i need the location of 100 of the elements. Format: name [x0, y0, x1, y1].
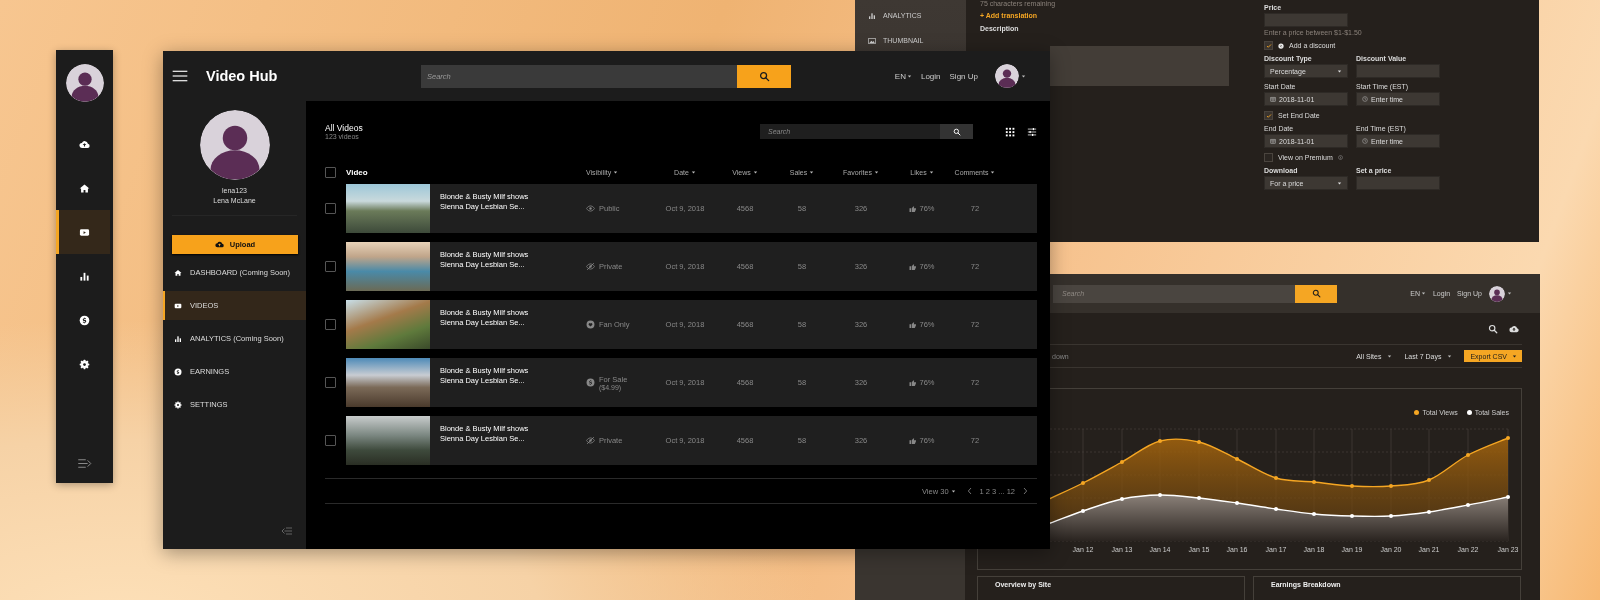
search-icon[interactable] [1488, 323, 1498, 334]
checkbox[interactable] [325, 377, 336, 388]
checkbox[interactable] [1264, 153, 1273, 162]
data-point [1274, 507, 1278, 511]
dollar-icon [586, 378, 595, 387]
data-point [1466, 503, 1470, 507]
calendar-icon [1270, 96, 1276, 102]
login-link[interactable]: Login [920, 71, 941, 81]
data-point [1158, 493, 1162, 497]
set-price-field[interactable] [1356, 176, 1440, 190]
caret-icon [873, 169, 879, 175]
video-icon [79, 226, 90, 238]
caret-icon [690, 169, 696, 175]
data-point [1427, 478, 1431, 482]
data-point [1197, 496, 1201, 500]
caret-icon [1387, 353, 1393, 359]
caret-icon [809, 169, 815, 175]
caret-icon [950, 488, 956, 494]
search-icon [1311, 289, 1321, 298]
eye-icon [586, 204, 595, 213]
data-point [1312, 480, 1316, 484]
thumbs-up-icon [909, 436, 918, 445]
caret-icon [752, 169, 758, 175]
column-header[interactable]: Video [346, 167, 586, 177]
thumbs-up-icon [909, 262, 918, 271]
expand-sidebar-icon[interactable] [77, 456, 92, 471]
filter-sliders-icon[interactable] [1027, 126, 1037, 137]
caret-icon [613, 169, 619, 175]
image-icon [868, 36, 876, 45]
checkbox[interactable] [325, 261, 336, 272]
data-point [1158, 439, 1162, 443]
app-title: Video Hub [206, 68, 278, 84]
data-point [1506, 436, 1510, 440]
search-button[interactable] [940, 124, 973, 139]
avatar[interactable] [65, 64, 104, 102]
checkbox[interactable] [325, 203, 336, 214]
data-point [1312, 512, 1316, 516]
avatar [199, 110, 270, 180]
data-point [1120, 497, 1124, 501]
section-title: All Videos [325, 123, 363, 133]
data-point [1235, 457, 1239, 461]
caret-icon[interactable] [1021, 73, 1026, 79]
thumbs-up-icon [909, 320, 918, 329]
caret-icon[interactable] [1507, 291, 1512, 296]
data-point [1389, 514, 1393, 518]
collapse-sidebar-icon[interactable] [281, 525, 293, 537]
avatar[interactable] [995, 64, 1019, 88]
next-page-icon[interactable] [1021, 487, 1029, 495]
heart-icon [586, 320, 595, 329]
home-icon [174, 268, 182, 277]
thumbs-up-icon [909, 378, 918, 387]
checkbox[interactable] [325, 166, 336, 178]
search-button[interactable] [737, 64, 791, 88]
caret-icon [928, 169, 934, 175]
search-icon [758, 70, 770, 82]
dollar-icon [174, 367, 182, 376]
bar-chart-icon [174, 334, 182, 343]
bar-chart-icon [868, 11, 876, 20]
checkbox[interactable] [325, 435, 336, 446]
discount-value-field[interactable] [1356, 64, 1440, 78]
language-selector[interactable]: EN [894, 71, 912, 81]
price-field[interactable] [1264, 13, 1348, 27]
eye-slash-icon [586, 436, 595, 445]
clock-icon [1362, 138, 1368, 144]
checkbox[interactable] [325, 319, 336, 330]
sidebar-item[interactable] [56, 210, 110, 254]
caret-icon [990, 169, 996, 175]
search-icon [952, 127, 961, 136]
checkbox[interactable] [1264, 41, 1273, 50]
avatar[interactable] [1489, 285, 1505, 302]
data-point [1427, 510, 1431, 514]
search-button[interactable] [1295, 284, 1337, 303]
data-point [1120, 460, 1124, 464]
data-point [1506, 495, 1510, 499]
data-point [1197, 440, 1201, 444]
grid-view-icon[interactable] [1005, 126, 1015, 137]
description-field[interactable] [1050, 46, 1229, 86]
caret-icon [1420, 291, 1426, 296]
data-point [1081, 481, 1085, 485]
checkbox[interactable] [1264, 111, 1273, 120]
video-icon [174, 301, 182, 310]
caret-icon [1337, 68, 1342, 74]
cloud-upload-icon [214, 240, 224, 249]
data-point [1235, 501, 1239, 505]
sign-up-link[interactable]: Sign Up [949, 71, 978, 81]
thumbs-up-icon [909, 204, 918, 213]
data-point [1389, 484, 1393, 488]
home-icon [79, 182, 90, 194]
clock-icon [1362, 96, 1368, 102]
check-icon [1265, 42, 1272, 49]
caret-icon [906, 73, 912, 79]
menu-icon[interactable] [172, 68, 188, 84]
previous-page-icon[interactable] [965, 487, 974, 495]
caret-icon [1447, 353, 1453, 359]
cloud-upload-icon[interactable] [1509, 323, 1519, 334]
check-icon [1265, 112, 1272, 119]
data-point [1350, 514, 1354, 518]
cloud-upload-icon [79, 138, 90, 150]
info-icon [1337, 155, 1343, 160]
settings-icon [174, 400, 182, 409]
